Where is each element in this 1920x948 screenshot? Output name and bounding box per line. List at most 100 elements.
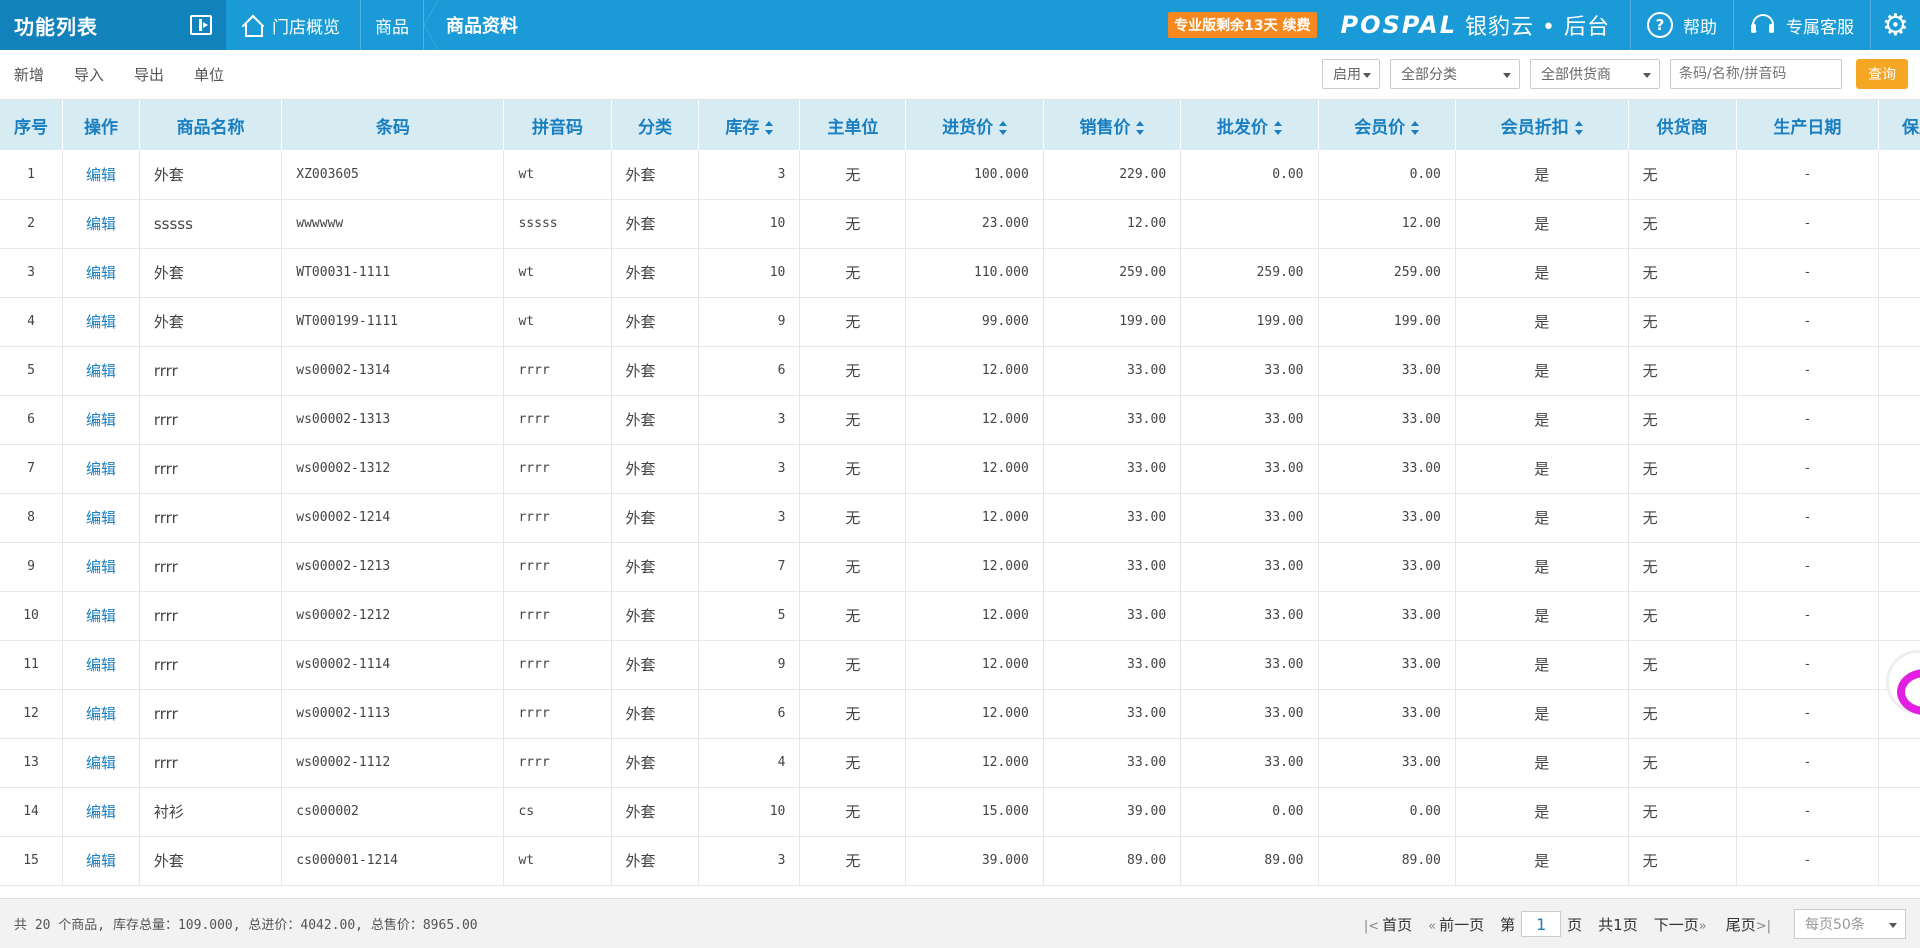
- cell-discount: 是: [1455, 199, 1629, 249]
- supplier-select-value: 全部供货商: [1541, 67, 1611, 83]
- cell-discount: 是: [1455, 297, 1629, 347]
- cell-name: 外套: [139, 248, 283, 298]
- product-table-container[interactable]: 序号 操作 商品名称 条码 拼音码 分类 库存 主单位 进货价 销售价 批发价 会员价 会员折扣 供货商 生…: [0, 100, 1920, 898]
- column-header[interactable]: 批发价: [1180, 100, 1319, 150]
- edit-link[interactable]: 编辑: [62, 689, 140, 739]
- column-header[interactable]: 会员折扣: [1455, 100, 1629, 150]
- unit-button[interactable]: 单位: [194, 64, 224, 85]
- breadcrumb-home[interactable]: 门店概览: [226, 0, 361, 50]
- cell-sale: 33.00: [1043, 640, 1182, 690]
- column-header[interactable]: 销售价: [1043, 100, 1182, 150]
- cell-sale: 39.00: [1043, 787, 1182, 837]
- table-row: 12 编辑 rrrr ws00002-1113 rrrr 外套 6 无 12.000 33.00 3…: [0, 689, 1920, 739]
- cell-sale: 89.00: [1043, 836, 1182, 886]
- edit-link[interactable]: 编辑: [62, 493, 140, 543]
- import-button[interactable]: 导入: [74, 64, 104, 85]
- cell-date: -: [1736, 738, 1880, 788]
- settings-gear-icon[interactable]: ⚙: [1870, 0, 1920, 50]
- sort-icon[interactable]: [1273, 120, 1282, 135]
- column-header[interactable]: 会员价: [1318, 100, 1456, 150]
- cell-date: -: [1736, 150, 1880, 200]
- table-cell: [1878, 444, 1920, 494]
- last-page-button[interactable]: 尾页>|: [1726, 914, 1774, 935]
- per-page-select[interactable]: 每页50条: [1794, 909, 1906, 939]
- chevron-down-icon: [1643, 73, 1651, 78]
- sort-icon[interactable]: [1136, 120, 1145, 135]
- edit-link[interactable]: 编辑: [62, 738, 140, 788]
- cell-supplier: 无: [1628, 346, 1737, 396]
- edit-link[interactable]: 编辑: [62, 836, 140, 886]
- cell-stock: 9: [698, 640, 801, 690]
- column-header[interactable]: 库存: [698, 100, 801, 150]
- add-button[interactable]: 新增: [14, 64, 44, 85]
- page-number-input[interactable]: 1: [1521, 911, 1562, 937]
- prev-page-button[interactable]: «前一页: [1428, 914, 1484, 935]
- cell-category: 外套: [611, 591, 700, 641]
- cell-unit: 无: [799, 248, 907, 298]
- cell-stock: 6: [698, 689, 801, 739]
- cell-purchase: 15.000: [905, 787, 1044, 837]
- column-header-label: 会员价: [1354, 117, 1406, 138]
- renew-button[interactable]: 专业版剩余13天 续费: [1168, 12, 1317, 38]
- cell-barcode: ws00002-1113: [281, 689, 505, 739]
- sort-icon[interactable]: [999, 120, 1008, 135]
- cell-pinyin: cs: [503, 787, 612, 837]
- edit-link[interactable]: 编辑: [62, 297, 140, 347]
- collapse-menu-icon[interactable]: [190, 15, 212, 35]
- help-button[interactable]: ? 帮助: [1630, 0, 1733, 50]
- sort-icon[interactable]: [1411, 120, 1420, 135]
- cell-no: 13: [0, 738, 64, 788]
- edit-link[interactable]: 编辑: [62, 640, 140, 690]
- first-page-button[interactable]: |< 首页: [1364, 914, 1412, 935]
- breadcrumb-parent[interactable]: 商品: [361, 0, 424, 50]
- edit-link[interactable]: 编辑: [62, 542, 140, 592]
- sort-icon[interactable]: [1574, 120, 1583, 135]
- column-header[interactable]: 进货价: [905, 100, 1044, 150]
- customer-service-button[interactable]: 专属客服: [1733, 0, 1870, 50]
- last-page-label: 尾页: [1725, 915, 1756, 934]
- cell-date: -: [1736, 787, 1880, 837]
- cell-date: -: [1736, 346, 1880, 396]
- category-select[interactable]: 全部分类: [1390, 59, 1520, 89]
- cell-member: 33.00: [1318, 395, 1456, 445]
- edit-link[interactable]: 编辑: [62, 346, 140, 396]
- search-input[interactable]: [1670, 59, 1842, 89]
- column-header-label: 销售价: [1079, 117, 1131, 138]
- cell-purchase: 12.000: [905, 640, 1044, 690]
- cell-pinyin: rrrr: [503, 346, 612, 396]
- edit-link[interactable]: 编辑: [62, 248, 140, 298]
- column-header-label: 主单位: [827, 117, 879, 138]
- edit-link[interactable]: 编辑: [62, 787, 140, 837]
- column-header-label: 会员折扣: [1500, 117, 1569, 138]
- sort-icon[interactable]: [765, 120, 774, 135]
- cell-supplier: 无: [1628, 689, 1737, 739]
- table-row: 14 编辑 衬衫 cs000002 cs 外套 10 无 15.000 39.00 0.00 0.00…: [0, 787, 1920, 837]
- cell-member: 33.00: [1318, 591, 1456, 641]
- edit-link[interactable]: 编辑: [62, 591, 140, 641]
- cell-no: 5: [0, 346, 64, 396]
- edit-link[interactable]: 编辑: [62, 444, 140, 494]
- cell-barcode: ws00002-1313: [281, 395, 505, 445]
- cell-sale: 33.00: [1043, 689, 1182, 739]
- table-row: 4 编辑 外套 WT000199-1111 wt 外套 9 无 99.000 199.00 199.…: [0, 297, 1920, 347]
- cell-discount: 是: [1455, 591, 1629, 641]
- cell-wholesale: 33.00: [1180, 738, 1319, 788]
- edit-link[interactable]: 编辑: [62, 395, 140, 445]
- column-header-label: 分类: [637, 117, 672, 138]
- edit-link[interactable]: 编辑: [62, 199, 140, 249]
- cell-barcode: ws00002-1312: [281, 444, 505, 494]
- next-page-button[interactable]: 下一页»: [1654, 914, 1710, 935]
- export-button[interactable]: 导出: [134, 64, 164, 85]
- cell-supplier: 无: [1628, 150, 1737, 200]
- cell-barcode: wwwwww: [281, 199, 505, 249]
- cell-stock: 3: [698, 150, 801, 200]
- cell-supplier: 无: [1628, 738, 1737, 788]
- cell-discount: 是: [1455, 542, 1629, 592]
- status-select[interactable]: 启用: [1322, 59, 1380, 89]
- cell-barcode: WT00031-1111: [281, 248, 505, 298]
- cell-name: rrrr: [139, 542, 283, 592]
- query-button[interactable]: 查询: [1856, 59, 1908, 89]
- edit-link[interactable]: 编辑: [62, 150, 140, 200]
- table-row: 1 编辑 外套 XZ003605 wt 外套 3 无 100.000 229.00 0.00 0.00…: [0, 150, 1920, 200]
- supplier-select[interactable]: 全部供货商: [1530, 59, 1660, 89]
